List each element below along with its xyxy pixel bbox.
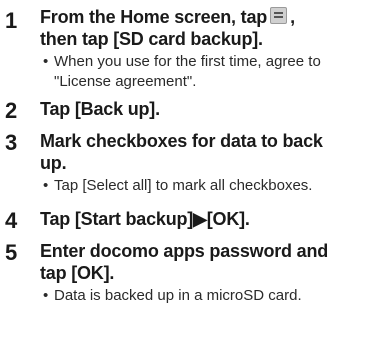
step-title: Tap [Back up].	[40, 99, 160, 119]
bullet: •	[43, 177, 49, 194]
step-number: 5	[5, 240, 18, 265]
menu-icon	[270, 7, 288, 24]
step-title-line2: up.	[40, 153, 67, 173]
step-title: From the Home screen, tap, then tap [SD …	[40, 6, 383, 50]
step-number: 1	[5, 8, 18, 33]
bullet: •	[43, 287, 49, 304]
step-title-comma: ,	[290, 7, 295, 27]
step-title-line2: tap [OK].	[40, 263, 115, 283]
step-number: 4	[5, 208, 18, 233]
step-note: • When you use for the first time, agree…	[40, 52, 383, 92]
step-title-line1: Enter docomo apps password and	[40, 241, 329, 261]
step-number: 3	[5, 130, 18, 155]
step-note-text: Tap [Select all] to mark all checkboxes.	[54, 177, 313, 194]
step-note-line1: When you use for the first time, agree t…	[54, 53, 321, 70]
step-4: 4 Tap [Start backup]▶[OK].	[0, 208, 383, 233]
step-title: Enter docomo apps password and tap [OK].	[40, 240, 383, 284]
step-note: • Tap [Select all] to mark all checkboxe…	[40, 176, 383, 196]
step-title-line1: Mark checkboxes for data to back	[40, 131, 323, 151]
step-title: Mark checkboxes for data to back up.	[40, 130, 383, 174]
step-note-text: Data is backed up in a microSD card.	[54, 287, 302, 304]
step-5: 5 Enter docomo apps password and tap [OK…	[0, 240, 383, 306]
step-title: Tap [Start backup]▶[OK].	[40, 209, 250, 229]
step-note: • Data is backed up in a microSD card.	[40, 286, 383, 306]
step-3: 3 Mark checkboxes for data to back up. •…	[0, 130, 383, 196]
step-title-text: From the Home screen, tap	[40, 7, 268, 27]
step-number: 2	[5, 98, 18, 123]
step-title-text-line2: then tap [SD card backup].	[40, 29, 263, 49]
step-1: 1 From the Home screen, tap, then tap [S…	[0, 6, 383, 92]
step-note-line2: "License agreement".	[54, 73, 197, 90]
step-2: 2 Tap [Back up].	[0, 98, 383, 123]
bullet: •	[43, 53, 49, 70]
instruction-steps: 1 From the Home screen, tap, then tap [S…	[0, 0, 383, 306]
